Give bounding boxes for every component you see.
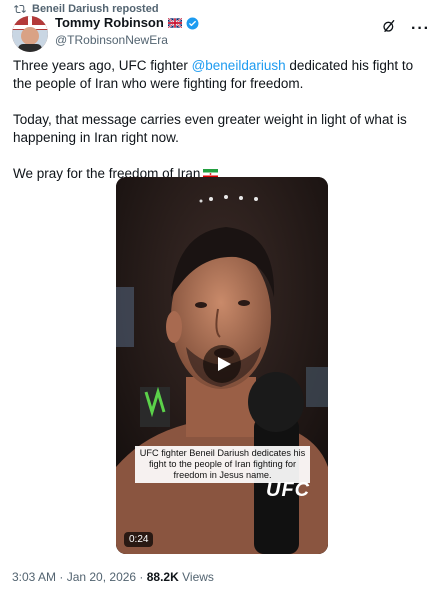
views-count: 88.2K xyxy=(146,570,179,584)
author-block: Tommy Robinson @TRobinsonNewEra xyxy=(55,15,199,48)
author-name[interactable]: Tommy Robinson xyxy=(55,15,164,31)
mention-link[interactable]: @beneildariush xyxy=(192,58,286,73)
tweet-paragraph-1: Three years ago, UFC fighter @beneildari… xyxy=(13,58,414,91)
more-options-icon[interactable]: ··· xyxy=(411,20,430,37)
uk-flag-icon xyxy=(167,18,182,28)
ufc-mic-logo: UFC xyxy=(266,479,311,501)
play-button[interactable] xyxy=(203,345,241,383)
avatar[interactable] xyxy=(12,16,48,52)
tweet-meta: 3:03 AM · Jan 20, 2026 · 88.2K Views xyxy=(12,570,214,584)
video-player[interactable]: UFC fighter Beneil Dariush dedicates his… xyxy=(116,177,328,554)
video-caption: UFC fighter Beneil Dariush dedicates his… xyxy=(135,446,310,483)
video-duration: 0:24 xyxy=(124,532,154,547)
views-label: Views xyxy=(178,570,214,584)
repost-label: Beneil Dariush reposted xyxy=(32,3,159,15)
grok-icon[interactable] xyxy=(381,18,397,39)
play-icon xyxy=(217,357,231,371)
tweet-paragraph-2: Today, that message carries even greater… xyxy=(13,112,407,145)
repost-icon xyxy=(14,4,26,14)
author-handle[interactable]: @TRobinsonNewEra xyxy=(55,32,199,48)
repost-indicator[interactable]: Beneil Dariush reposted xyxy=(14,3,159,15)
tweet-timestamp[interactable]: 3:03 AM · Jan 20, 2026 · xyxy=(12,570,147,584)
verified-badge-icon xyxy=(186,17,199,29)
